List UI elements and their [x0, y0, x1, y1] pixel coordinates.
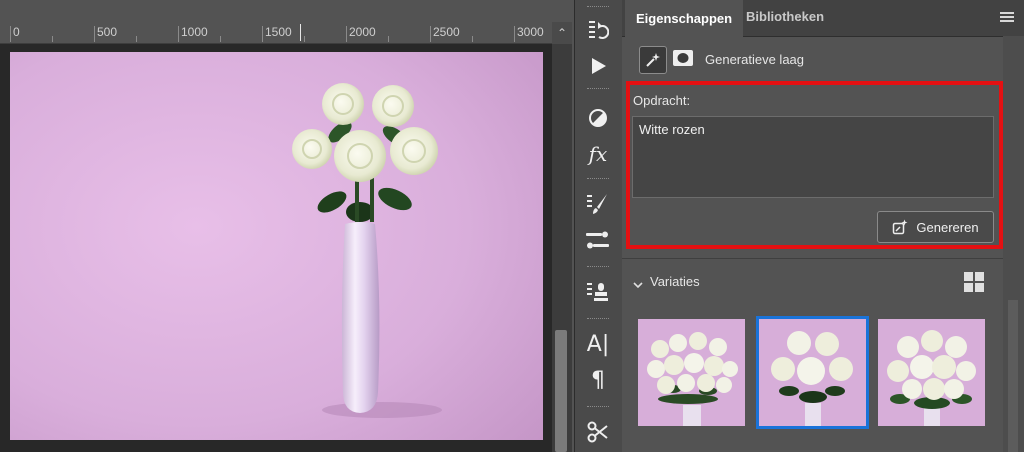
panel-tool-column: fx A| ¶ [574, 0, 623, 452]
brush-presets-icon[interactable] [583, 190, 613, 218]
document-image[interactable] [10, 52, 543, 440]
stamp-presets-icon[interactable] [583, 278, 613, 306]
grip-handle[interactable] [587, 406, 609, 409]
variation-1-thumbnail[interactable] [638, 319, 745, 426]
character-icon[interactable]: A| [583, 330, 613, 358]
tools-icon[interactable] [583, 418, 613, 446]
grip-handle[interactable] [587, 178, 609, 181]
tab-eigenschappen[interactable]: Eigenschappen [625, 0, 744, 38]
ruler-label-3000: 3000 [517, 25, 544, 39]
mask-icon[interactable] [672, 49, 694, 67]
prompt-input[interactable] [632, 116, 994, 198]
layer-type-label: Generatieve laag [705, 52, 805, 67]
fx-icon[interactable]: fx [583, 140, 613, 168]
variation-2-thumbnail[interactable] [756, 316, 869, 429]
panel-scroll-thumb[interactable] [1008, 300, 1018, 452]
chevron-up-icon[interactable]: ⌃ [552, 22, 572, 44]
section-divider [622, 258, 1024, 259]
ruler-label-500: 500 [97, 25, 118, 39]
chevron-down-icon[interactable] [633, 276, 643, 289]
variation-3-thumbnail[interactable] [878, 319, 985, 426]
tab-bibliotheken[interactable]: Bibliotheken [735, 0, 835, 36]
grip-handle[interactable] [587, 318, 609, 321]
generate-sparkle-icon [893, 219, 908, 235]
vase-with-white-roses-icon [10, 52, 543, 440]
horizontal-ruler: 0 500 1000 1500 2000 2500 3000 [0, 0, 552, 44]
ruler-label-2000: 2000 [349, 25, 376, 39]
adjustment-icon[interactable] [583, 104, 613, 132]
properties-panel: Eigenschappen Bibliotheken Generatieve l… [622, 0, 1024, 452]
ruler-strip: 0 500 1000 1500 2000 2500 3000 [0, 22, 552, 44]
generative-fill-icon[interactable] [639, 46, 667, 74]
history-icon[interactable] [583, 16, 613, 44]
fx-label: fx [588, 142, 608, 166]
paragraph-label: ¶ [591, 367, 605, 393]
ruler-cursor-marker [300, 24, 301, 41]
hamburger-menu-icon[interactable] [1000, 10, 1014, 24]
ruler-label-1000: 1000 [181, 25, 208, 39]
grip-handle[interactable] [587, 266, 609, 269]
generate-button-label: Genereren [916, 219, 979, 235]
ruler-label-0: 0 [13, 25, 20, 39]
prompt-label: Opdracht: [633, 93, 691, 108]
panel-tab-bar: Eigenschappen Bibliotheken [622, 0, 1024, 38]
canvas-scroll-thumb[interactable] [555, 330, 567, 452]
variations-label: Variaties [650, 274, 700, 289]
grid-view-icon[interactable] [964, 272, 984, 292]
ruler-label-2500: 2500 [433, 25, 460, 39]
clone-source-icon[interactable] [583, 226, 613, 254]
generate-button[interactable]: Genereren [877, 211, 994, 243]
grip-handle[interactable] [587, 88, 609, 91]
paragraph-icon[interactable]: ¶ [583, 366, 613, 394]
character-label: A| [586, 331, 610, 357]
grip-handle[interactable] [587, 6, 609, 9]
ruler-label-1500: 1500 [265, 25, 292, 39]
play-icon[interactable] [583, 52, 613, 80]
